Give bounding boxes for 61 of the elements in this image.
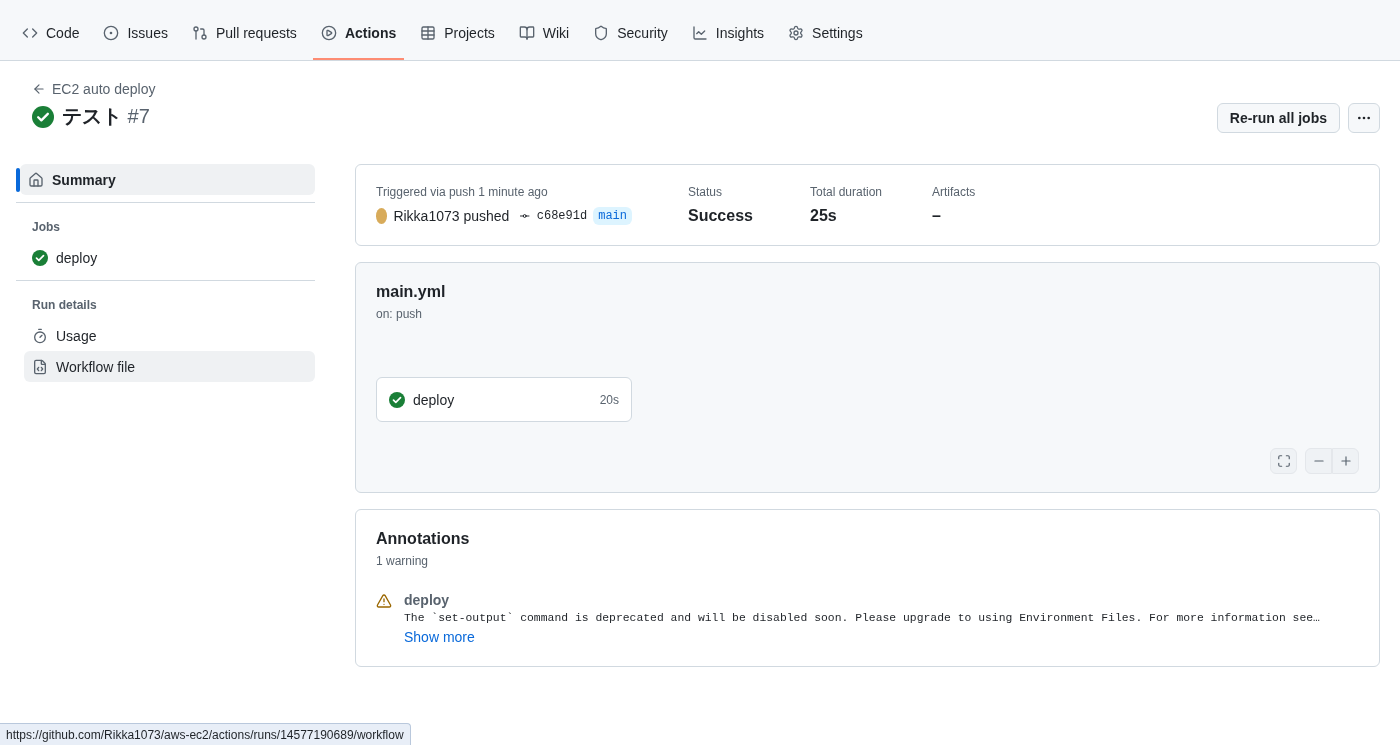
success-icon	[32, 105, 54, 128]
commit-hash[interactable]: c68e91d	[536, 209, 588, 223]
fullscreen-button[interactable]	[1270, 448, 1297, 474]
sidebar-item[interactable]: deploy	[24, 242, 315, 273]
pull-request-icon	[191, 25, 208, 41]
annotations-count: 1 warning	[376, 554, 430, 568]
repo-tab[interactable]: Wiki	[510, 8, 578, 60]
repo-tab[interactable]: Actions	[312, 8, 405, 60]
run-title: テスト #7	[62, 104, 150, 129]
code-file-icon	[32, 358, 48, 375]
job-node[interactable]: deploy 20s	[376, 377, 632, 422]
success-icon	[389, 391, 405, 408]
show-more-link[interactable]: Show more	[404, 629, 475, 645]
settings-icon	[788, 25, 805, 41]
link-url-tooltip: https://github.com/Rikka1073/aws-ec2/actions/runs/14577190689/workflow	[0, 723, 411, 745]
plus-icon	[1338, 454, 1353, 468]
stat-label: Total duration	[810, 185, 884, 199]
zoom-out-button[interactable]	[1305, 448, 1332, 474]
warning-icon	[376, 593, 392, 609]
repo-tab[interactable]: Code	[14, 8, 88, 60]
book-icon	[518, 25, 535, 41]
repo-tab[interactable]: Security	[585, 8, 676, 60]
repo-tab[interactable]: Projects	[412, 8, 503, 60]
repo-tab[interactable]: Pull requests	[183, 8, 305, 60]
code-icon	[22, 25, 38, 41]
home-icon	[28, 171, 44, 188]
table-icon	[420, 25, 437, 41]
branch-label[interactable]: main	[593, 207, 632, 225]
more-button[interactable]	[1348, 103, 1380, 133]
repo-tab[interactable]: Settings	[780, 8, 871, 60]
stat-value: –	[932, 207, 942, 225]
workflow-file-name: main.yml	[376, 283, 447, 301]
fullscreen-icon	[1276, 454, 1291, 468]
play-icon	[320, 25, 337, 41]
stat-value: 25s	[810, 207, 838, 225]
zoom-in-button[interactable]	[1332, 448, 1359, 474]
trigger-text: Triggered via push 1 minute ago	[376, 185, 549, 199]
section-heading: Run details	[31, 297, 98, 314]
annotation-job: deploy	[404, 592, 451, 608]
repo-tab[interactable]: Issues	[95, 8, 176, 60]
success-icon	[32, 249, 48, 266]
stopwatch-icon	[32, 327, 48, 344]
actor-text: Rikka1073 pushed	[393, 208, 510, 224]
workflow-trigger: on: push	[376, 307, 424, 321]
back-link[interactable]: EC2 auto deploy	[32, 81, 156, 97]
stat-label: Artifacts	[932, 185, 977, 199]
annotation-message: The `set-output` command is deprecated and will be disabled soon. Please upgrade to using Environment Files. For more information see…	[404, 612, 1320, 624]
avatar	[376, 208, 388, 224]
selection-bar	[16, 167, 20, 192]
annotations-title: Annotations	[376, 530, 471, 548]
rerun-button[interactable]: Re-run all jobs	[1216, 103, 1340, 133]
sidebar-item[interactable]: Workflow file	[24, 351, 315, 382]
sidebar-item[interactable]: Usage	[24, 320, 315, 351]
shield-icon	[593, 25, 610, 41]
repo-tab[interactable]: Insights	[683, 8, 773, 60]
graph-icon	[691, 25, 708, 41]
issue-icon	[103, 25, 120, 41]
section-heading: Jobs	[31, 219, 61, 236]
stat-value: Success	[688, 207, 754, 225]
stat-label: Status	[688, 185, 724, 199]
summary-nav-item[interactable]: Summary	[20, 164, 315, 195]
